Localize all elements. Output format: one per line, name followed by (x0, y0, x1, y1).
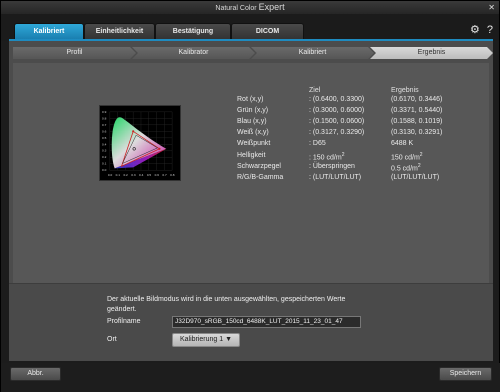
tab-einheitlichkeit[interactable]: Einheitlichkeit (84, 23, 155, 39)
save-button[interactable]: Speichern (439, 367, 492, 381)
result-row: Rot (x,y) : (0.6400, 0.3300) (0.6170, 0.… (13, 96, 489, 106)
col-header-result: Ergebnis (391, 87, 419, 94)
row-result: (0.1588, 0.1019) (391, 118, 443, 125)
tab-bestaetigung[interactable]: Bestätigung (155, 23, 231, 39)
row-target: : Überspringen (309, 163, 355, 170)
result-row: Helligkeit : 150 cd/m2 150 cd/m2 (13, 152, 489, 162)
row-label: Grün (x,y) (237, 107, 269, 114)
step-profil[interactable]: Profil (13, 47, 136, 59)
row-result: 0.5 cd/m2 (391, 163, 421, 173)
row-result: (0.6170, 0.3446) (391, 96, 443, 103)
top-icons: ⚙ ? (470, 25, 493, 36)
step-breadcrumb: Profil Kalibrator Kalibriert Ergebnis (13, 47, 489, 59)
row-target: : (0.3000, 0.6000) (309, 107, 365, 114)
cancel-button[interactable]: Abbr. (10, 367, 61, 381)
step-kalibrator[interactable]: Kalibrator (132, 47, 255, 59)
location-dropdown[interactable]: Kalibrierung 1 ▼ (172, 333, 240, 347)
row-label: R/G/B-Gamma (237, 174, 284, 181)
app-title-brand: Expert (258, 2, 285, 12)
save-settings-area: Der aktuelle Bildmodus wird in die unten… (9, 283, 493, 361)
row-target: : 150 cd/m2 (309, 152, 345, 162)
row-result: (0.3371, 0.5440) (391, 107, 443, 114)
title-bar: Natural Color Expert ✕ (1, 1, 499, 14)
result-row: Grün (x,y) : (0.3000, 0.6000) (0.3371, 0… (13, 107, 489, 117)
step-kalibriert[interactable]: Kalibriert (251, 47, 374, 59)
tab-kalibriert[interactable]: Kalibriert (14, 23, 84, 39)
info-text: Der aktuelle Bildmodus wird in die unten… (107, 296, 346, 313)
main-tabs: Kalibriert Einheitlichkeit Bestätigung D… (14, 23, 304, 39)
result-row: Weiß (x,y) : (0.3127, 0.3290) (0.3130, 0… (13, 129, 489, 139)
footer-bar: Abbr. Speichern (1, 363, 500, 392)
row-target: : (0.6400, 0.3300) (309, 96, 365, 103)
row-target: : (0.3127, 0.3290) (309, 129, 365, 136)
row-label: Weiß (x,y) (237, 129, 269, 136)
col-header-target: Ziel (309, 87, 321, 94)
row-label: Schwarzpegel (237, 163, 281, 170)
row-result: 150 cd/m2 (391, 152, 423, 162)
row-result: (LUT/LUT/LUT) (391, 174, 440, 181)
window-controls: ✕ (488, 2, 495, 13)
row-label: Weißpunkt (237, 140, 271, 147)
row-label: Helligkeit (237, 152, 266, 159)
row-label: Blau (x,y) (237, 118, 267, 125)
row-label: Rot (x,y) (237, 96, 264, 103)
result-row: Weißpunkt : D65 6488 K (13, 140, 489, 150)
help-icon[interactable]: ? (487, 25, 493, 36)
location-label: Ort (107, 336, 117, 343)
row-target: : (LUT/LUT/LUT) (309, 174, 362, 181)
tab-dicom[interactable]: DICOM (231, 23, 304, 39)
app-title: Natural Color (215, 5, 259, 12)
step-ergebnis[interactable]: Ergebnis (370, 47, 493, 59)
row-target: : D65 (309, 140, 326, 147)
close-icon[interactable]: ✕ (488, 2, 495, 13)
row-result: (0.3130, 0.3291) (391, 129, 443, 136)
app-window: Natural Color Expert ✕ Kalibriert Einhei… (0, 0, 500, 392)
profile-name-label: Profilname (107, 318, 141, 325)
result-row: R/G/B-Gamma : (LUT/LUT/LUT) (LUT/LUT/LUT… (13, 174, 489, 184)
profile-name-input[interactable]: J32D970_sRGB_150cd_6488K_LUT_2015_11_23_… (172, 316, 361, 328)
row-result: 6488 K (391, 140, 414, 147)
row-target: : (0.1500, 0.0600) (309, 118, 365, 125)
result-row: Blau (x,y) : (0.1500, 0.0600) (0.1588, 0… (13, 118, 489, 128)
gear-icon[interactable]: ⚙ (470, 25, 480, 36)
result-row: Schwarzpegel : Überspringen 0.5 cd/m2 (13, 163, 489, 173)
